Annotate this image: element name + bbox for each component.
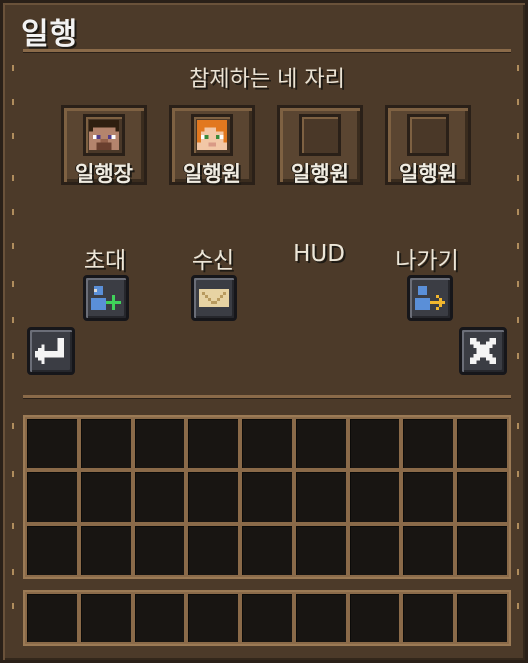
top-divider — [23, 49, 511, 53]
slot-portrait-frame — [83, 114, 125, 156]
hotbar-slot[interactable] — [349, 594, 400, 642]
inventory-slot[interactable] — [295, 419, 346, 469]
inventory-slot[interactable] — [134, 525, 185, 575]
inventory-slot[interactable] — [457, 525, 507, 575]
inventory-slot[interactable] — [188, 525, 239, 575]
inventory-slot[interactable] — [188, 419, 239, 469]
party-slot-member-1[interactable]: 일행원 — [169, 105, 255, 186]
hotbar-slot[interactable] — [80, 594, 131, 642]
slot-role-label: 일행원 — [399, 162, 457, 186]
inventory-slot[interactable] — [134, 472, 185, 522]
hotbar-grid — [23, 590, 511, 646]
inventory-slot[interactable] — [349, 525, 400, 575]
party-slot-member-2[interactable]: 일행원 — [277, 105, 363, 186]
inventory-grid — [23, 415, 511, 579]
party-slot-leader[interactable]: 일행장 — [61, 105, 147, 186]
steve-face-icon — [89, 120, 119, 150]
inventory-slot[interactable] — [134, 419, 185, 469]
inventory-slot[interactable] — [80, 419, 131, 469]
hud-label[interactable]: HUD — [269, 241, 369, 267]
inventory-slot[interactable] — [27, 525, 77, 575]
slot-portrait-frame — [191, 114, 233, 156]
inbox-button[interactable] — [191, 275, 237, 321]
leave-button[interactable] — [407, 275, 453, 321]
party-slot-member-3[interactable]: 일행원 — [385, 105, 471, 186]
alex-face-icon — [197, 120, 227, 150]
slot-role-label: 일행원 — [291, 162, 349, 186]
inbox-label: 수신 — [191, 248, 235, 274]
middle-divider — [23, 395, 511, 399]
panel-title: 일행 — [21, 17, 79, 52]
close-button[interactable] — [459, 327, 507, 375]
inventory-slot[interactable] — [80, 525, 131, 575]
inventory-slot[interactable] — [242, 525, 292, 575]
inventory-slot[interactable] — [27, 419, 77, 469]
add-user-icon — [91, 286, 121, 310]
inventory-slot[interactable] — [242, 472, 292, 522]
slot-portrait-frame-empty — [407, 114, 449, 156]
slot-portrait-frame-empty — [299, 114, 341, 156]
hotbar-slot[interactable] — [295, 594, 346, 642]
slot-role-label: 일행원 — [183, 162, 241, 186]
inventory-slot[interactable] — [403, 472, 454, 522]
inventory-slot[interactable] — [403, 419, 454, 469]
invite-button[interactable] — [83, 275, 129, 321]
return-arrow-icon — [35, 338, 64, 364]
exit-user-icon — [415, 286, 445, 310]
envelope-icon — [199, 289, 229, 307]
party-slots-heading: 참제하는 네 자리 — [189, 67, 345, 92]
hotbar-slot[interactable] — [457, 594, 507, 642]
hotbar-slot[interactable] — [134, 594, 185, 642]
inventory-slot[interactable] — [349, 419, 400, 469]
slot-role-label: 일행장 — [75, 162, 133, 186]
inventory-slot[interactable] — [188, 472, 239, 522]
inventory-slot[interactable] — [457, 419, 507, 469]
invite-label: 초대 — [83, 248, 127, 274]
inventory-slot[interactable] — [295, 525, 346, 575]
inventory-slot[interactable] — [295, 472, 346, 522]
party-panel: 일행 참제하는 네 자리 일행장 일행원 일행원 일행원 초대 수신 HUD 나… — [0, 0, 528, 663]
back-button[interactable] — [27, 327, 75, 375]
inventory-slot[interactable] — [242, 419, 292, 469]
inventory-slot[interactable] — [349, 472, 400, 522]
close-icon — [470, 338, 496, 364]
hotbar-slot[interactable] — [403, 594, 454, 642]
hotbar-slot[interactable] — [27, 594, 77, 642]
hotbar-slot[interactable] — [242, 594, 292, 642]
hotbar-slot[interactable] — [188, 594, 239, 642]
inventory-slot[interactable] — [403, 525, 454, 575]
inventory-slot[interactable] — [457, 472, 507, 522]
inventory-slot[interactable] — [27, 472, 77, 522]
leave-label: 나가기 — [395, 248, 459, 274]
inventory-slot[interactable] — [80, 472, 131, 522]
